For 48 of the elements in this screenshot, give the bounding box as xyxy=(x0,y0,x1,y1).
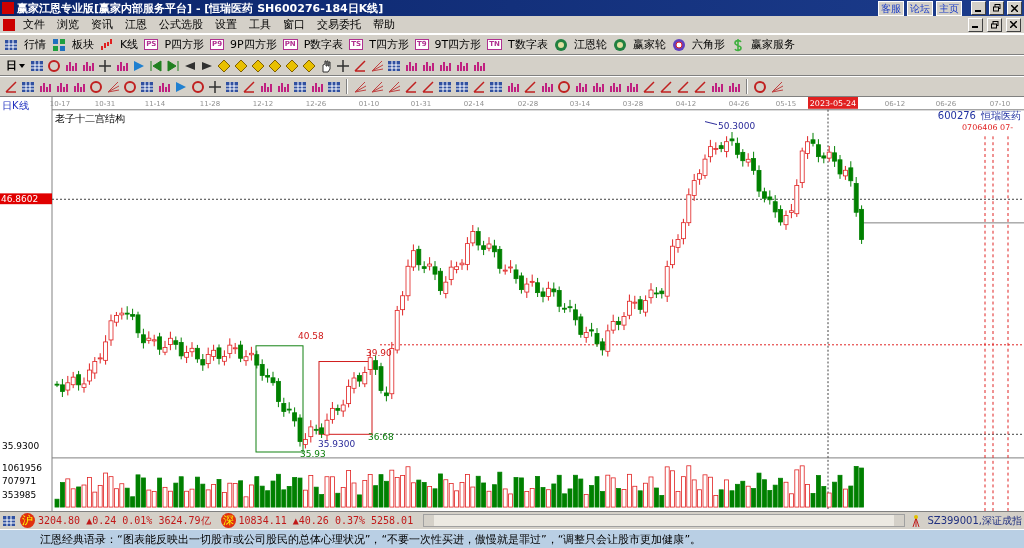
toolbar-button[interactable]: P四方形 xyxy=(161,37,208,52)
menu-item[interactable]: 设置 xyxy=(211,17,241,32)
quote-text: 江恩经典语录：“图表能反映出一切股市或公司股民的总体心理状况”，“不要一次性买进，傲慢就是罪过”，“调整只会让股市更加健康”。 xyxy=(0,529,1024,548)
study-name: 老子十二宫结构 xyxy=(55,112,126,124)
stock-code: 600276 xyxy=(937,109,976,121)
toolbar-button[interactable]: P数字表 xyxy=(300,37,347,52)
toolbar-button[interactable]: 六角形 xyxy=(688,37,728,52)
menu-item[interactable]: 工具 xyxy=(245,17,275,32)
menu-item[interactable]: 文件 xyxy=(19,17,49,32)
index-quote: 3204.80 ▲0.24 0.01% 3624.79亿 xyxy=(38,513,211,528)
menu-item[interactable]: 帮助 xyxy=(369,17,399,32)
price-annotation: 35.93 xyxy=(300,449,326,459)
menu-item[interactable]: 窗口 xyxy=(279,17,309,32)
exchange-badge: 沪 xyxy=(20,513,35,528)
toolbar-button[interactable]: 江恩轮 xyxy=(570,37,610,52)
stock-name: 恒瑞医药 xyxy=(981,109,1022,121)
header-link[interactable]: 主页 xyxy=(936,0,962,16)
menu-item[interactable]: 浏览 xyxy=(53,17,83,32)
menu-item[interactable]: 江恩 xyxy=(121,17,151,32)
volume-label: 353985 xyxy=(2,490,37,501)
window-title: 赢家江恩专业版[赢家内部服务平台] - [恒瑞医药 SH600276-184日K线] xyxy=(17,0,384,16)
price-annotation: 40.58 xyxy=(298,331,324,341)
toolbar-button[interactable]: K线 xyxy=(117,37,142,52)
chart-title: 日K线 xyxy=(2,99,29,111)
exchange-badge: 深 xyxy=(220,513,236,528)
price-label: 46.8602 xyxy=(0,193,52,205)
menu-item[interactable]: 资讯 xyxy=(87,17,117,32)
price-annotation: 36.68 xyxy=(368,432,394,443)
price-annotation: 35.9300 xyxy=(318,439,356,450)
header-link[interactable]: 客服 xyxy=(878,0,904,16)
toolbar-button[interactable]: 行情 xyxy=(21,37,49,52)
volume-label: 1061956 xyxy=(2,462,42,473)
period-dropdown[interactable]: 日 xyxy=(4,58,27,73)
toolbar-button[interactable]: 9T四方形 xyxy=(431,37,485,52)
price-annotation: 50.3000 xyxy=(718,121,756,132)
toolbar-button[interactable]: 板块 xyxy=(69,37,97,52)
index-quote: 10834.11 ▲40.26 0.37% 5258.01 xyxy=(238,515,414,526)
price-label: 35.9300 xyxy=(2,441,40,452)
index-name: SZ399001,深证成指 xyxy=(927,513,1022,528)
toolbar-button[interactable]: T四方形 xyxy=(366,37,412,52)
toolbar-button[interactable]: T数字表 xyxy=(504,37,551,52)
menu-item[interactable]: 交易委托 xyxy=(313,17,365,32)
toolbar-button[interactable]: 赢家服务 xyxy=(747,37,798,52)
toolbar-button[interactable]: 赢家轮 xyxy=(629,37,669,52)
menu-item[interactable]: 公式选股 xyxy=(155,17,207,32)
header-link[interactable]: 论坛 xyxy=(907,0,933,16)
toolbar-button[interactable]: 9P四方形 xyxy=(227,37,280,52)
volume-label: 707971 xyxy=(2,476,37,487)
